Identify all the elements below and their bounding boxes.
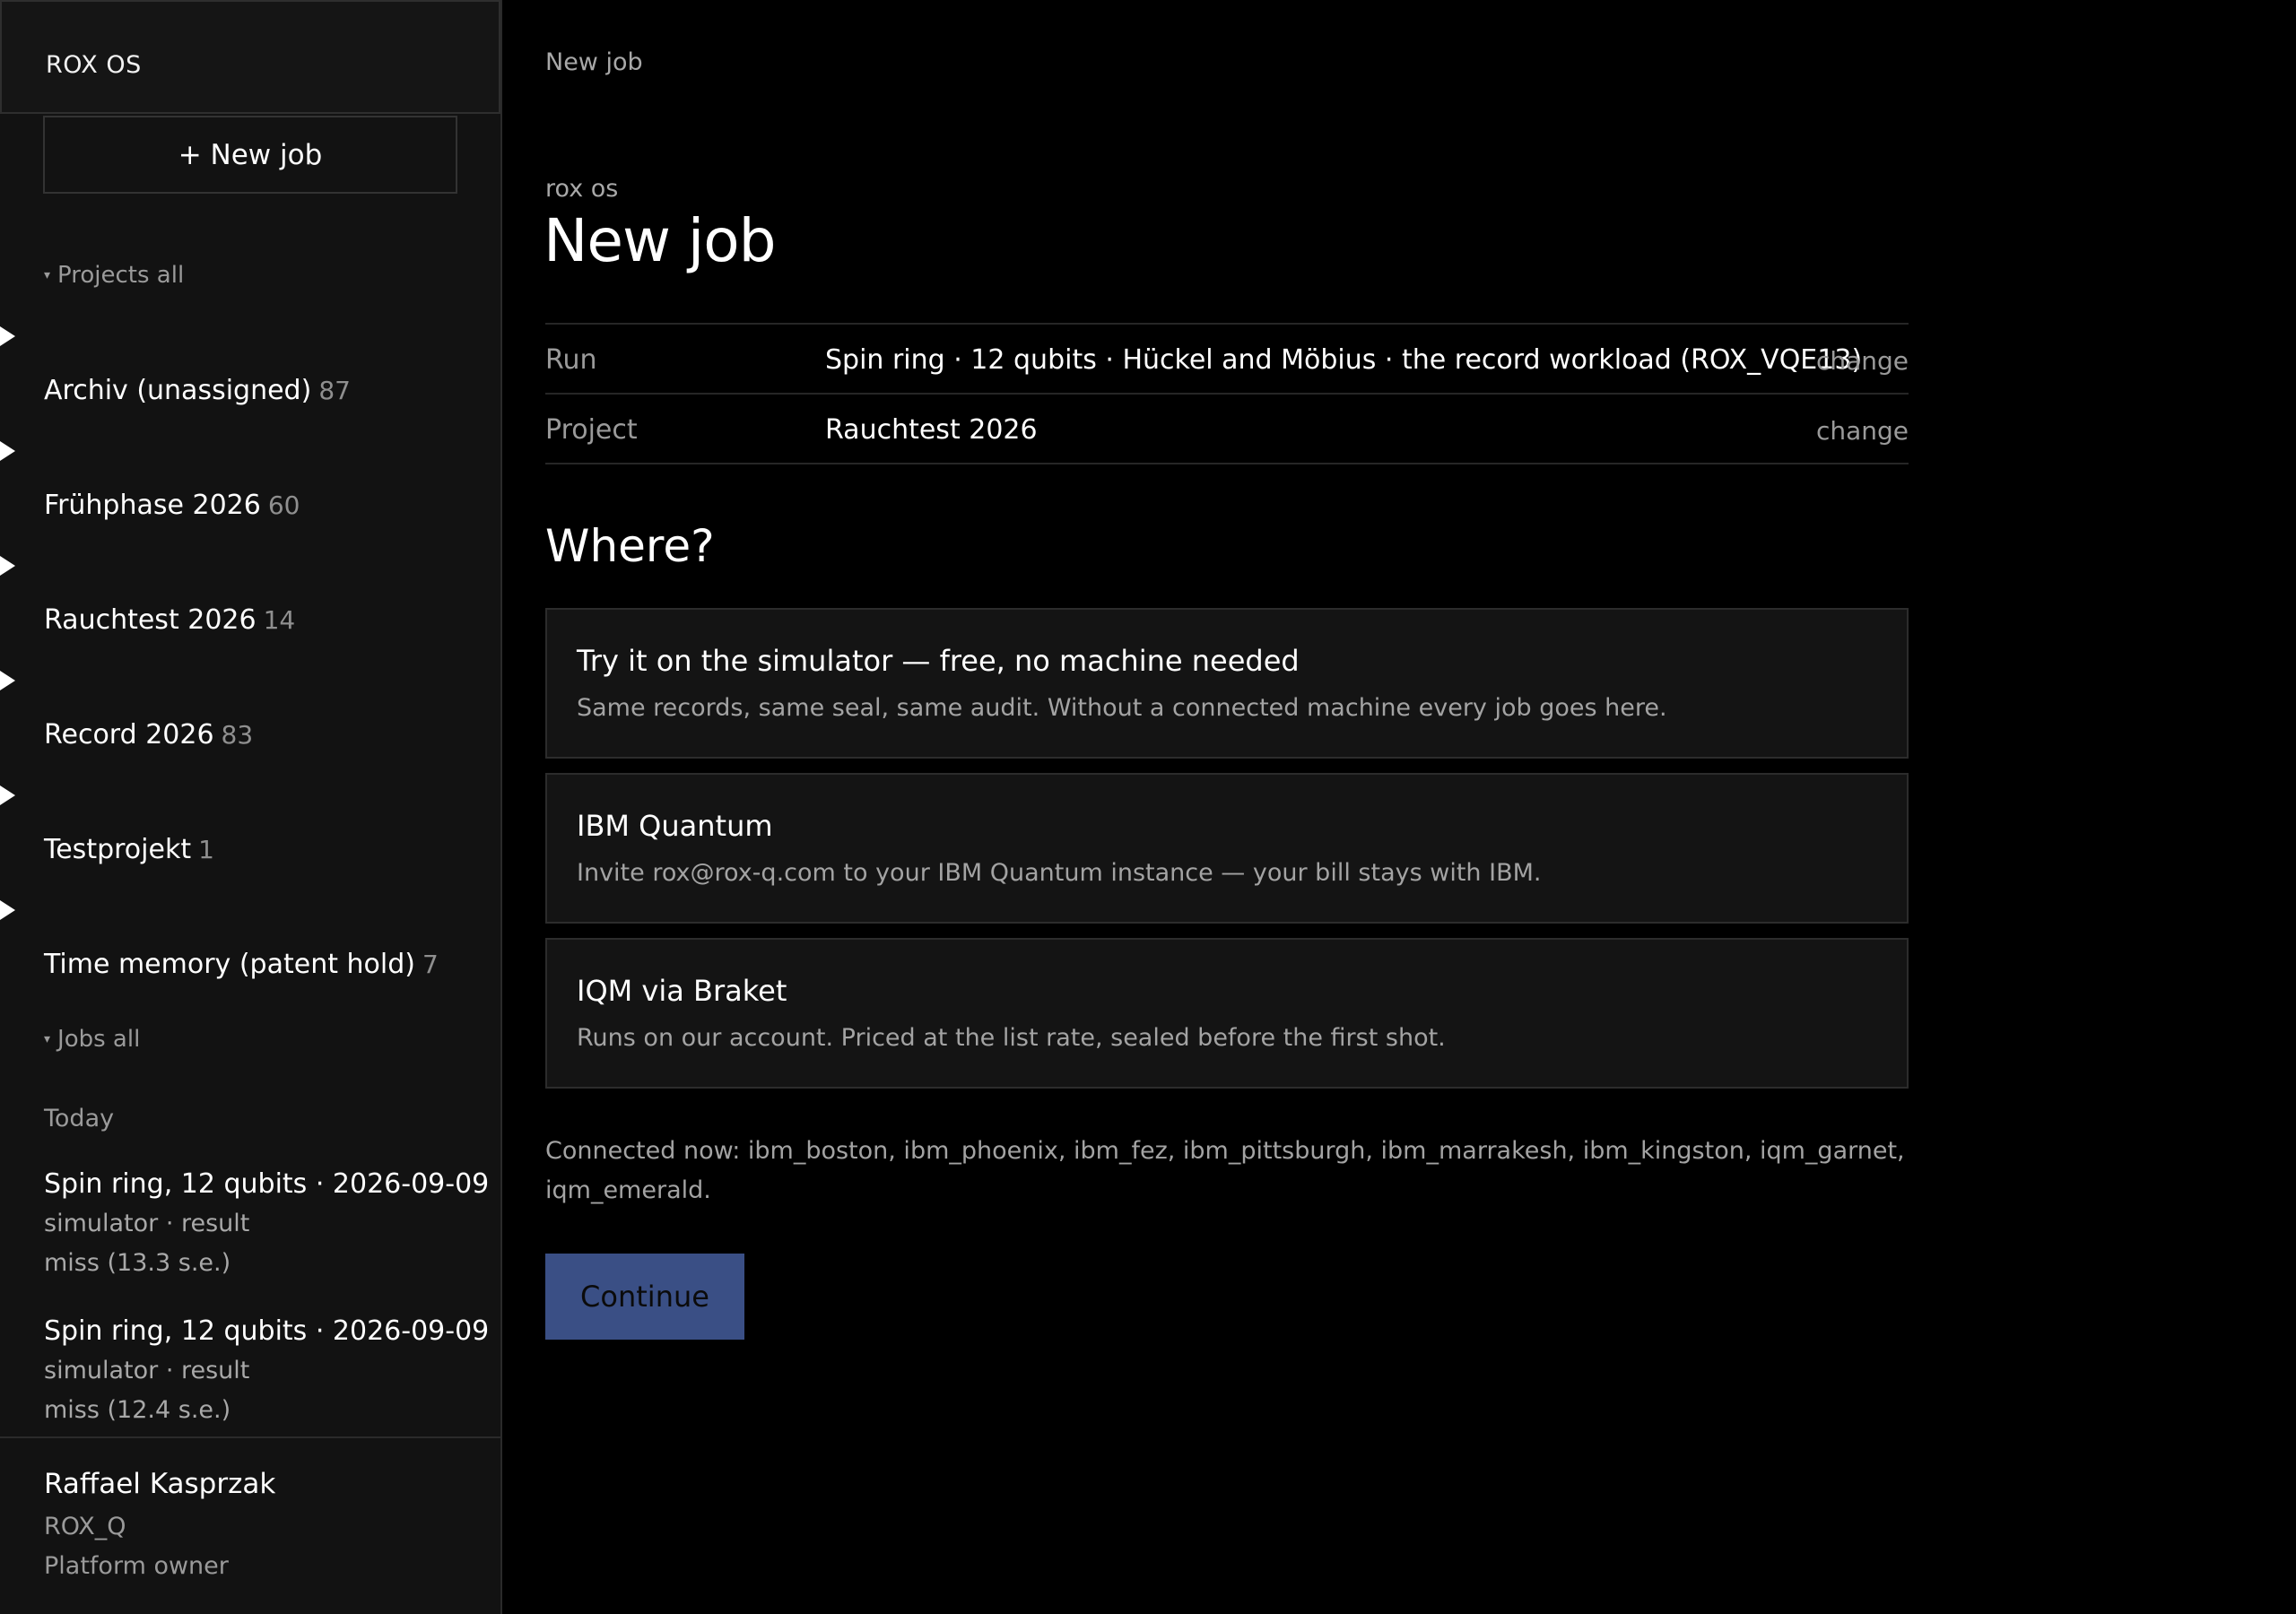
project-name: Archiv (unassigned) bbox=[44, 375, 312, 406]
summary-row-project: Project Rauchtest 2026 change bbox=[545, 395, 1909, 464]
summary-label: Project bbox=[545, 414, 638, 446]
project-name: Record 2026 bbox=[44, 719, 214, 751]
caret-right-icon[interactable] bbox=[0, 671, 15, 690]
brand-header[interactable]: ROX OS bbox=[0, 0, 500, 114]
option-simulator[interactable]: Try it on the simulator — free, no machi… bbox=[545, 608, 1909, 759]
caret-right-icon[interactable] bbox=[0, 900, 15, 920]
user-role: Platform owner bbox=[44, 1552, 229, 1580]
page-eyebrow: rox os bbox=[545, 175, 619, 203]
where-heading: Where? bbox=[545, 520, 715, 572]
project-count: 83 bbox=[221, 720, 254, 750]
project-count: 87 bbox=[318, 376, 351, 405]
project-item-time-memory[interactable]: Time memory (patent hold) 7 bbox=[44, 949, 439, 980]
caret-right-icon[interactable] bbox=[0, 785, 15, 805]
job-meta: simulator · result bbox=[44, 1357, 250, 1384]
option-iqm-braket[interactable]: IQM via Braket Runs on our account. Pric… bbox=[545, 938, 1909, 1089]
brand-name: ROX OS bbox=[46, 51, 142, 79]
caret-down-icon: ▾ bbox=[44, 1032, 51, 1046]
project-item-rauchtest[interactable]: Rauchtest 2026 14 bbox=[44, 604, 295, 636]
user-org: ROX_Q bbox=[44, 1513, 126, 1540]
job-summary: Run Spin ring · 12 qubits · Hückel and M… bbox=[545, 323, 1909, 464]
page-title: New job bbox=[544, 206, 777, 275]
option-description: Same records, same seal, same audit. Wit… bbox=[577, 694, 1667, 722]
summary-value: Spin ring · 12 qubits · Hückel and Möbiu… bbox=[825, 344, 1863, 376]
job-title: Spin ring, 12 qubits · 2026-09-09 bbox=[44, 1168, 490, 1200]
project-item-record[interactable]: Record 2026 83 bbox=[44, 719, 253, 751]
project-count: 7 bbox=[422, 950, 439, 979]
job-item[interactable]: Spin ring, 12 qubits · 2026-09-09 simula… bbox=[44, 1165, 490, 1283]
project-name: Rauchtest 2026 bbox=[44, 604, 257, 636]
project-count: 14 bbox=[263, 605, 296, 635]
user-name: Raffael Kasprzak bbox=[44, 1468, 276, 1500]
option-description: Runs on our account. Priced at the list … bbox=[577, 1024, 1446, 1052]
jobs-group-today: Today bbox=[44, 1105, 115, 1132]
new-job-button[interactable]: + New job bbox=[43, 116, 457, 194]
caret-down-icon: ▾ bbox=[44, 268, 51, 282]
job-item[interactable]: Spin ring, 12 qubits · 2026-09-09 simula… bbox=[44, 1312, 490, 1430]
jobs-toggle-label: Jobs all bbox=[57, 1026, 141, 1053]
caret-right-icon[interactable] bbox=[0, 441, 15, 461]
option-title: Try it on the simulator — free, no machi… bbox=[577, 644, 1300, 678]
projects-toggle-label: Projects all bbox=[57, 262, 185, 289]
job-status: miss (13.3 s.e.) bbox=[44, 1249, 231, 1277]
project-count: 1 bbox=[198, 835, 214, 864]
jobs-toggle[interactable]: ▾ Jobs all bbox=[44, 1026, 140, 1053]
change-run-link[interactable]: change bbox=[1816, 346, 1909, 376]
option-title: IQM via Braket bbox=[577, 974, 787, 1008]
job-title: Spin ring, 12 qubits · 2026-09-09 bbox=[44, 1315, 490, 1347]
user-profile[interactable]: Raffael Kasprzak ROX_Q Platform owner bbox=[0, 1436, 500, 1614]
sidebar: ROX OS + New job ▾ Projects all Archiv (… bbox=[0, 0, 502, 1614]
project-name: Time memory (patent hold) bbox=[44, 949, 415, 980]
job-meta: simulator · result bbox=[44, 1210, 250, 1237]
option-title: IBM Quantum bbox=[577, 809, 773, 843]
caret-right-icon[interactable] bbox=[0, 556, 15, 576]
change-project-link[interactable]: change bbox=[1816, 416, 1909, 446]
option-ibm-quantum[interactable]: IBM Quantum Invite rox@rox-q.com to your… bbox=[545, 773, 1909, 924]
option-description: Invite rox@rox-q.com to your IBM Quantum… bbox=[577, 859, 1542, 887]
project-count: 60 bbox=[267, 490, 300, 520]
project-name: Testprojekt bbox=[44, 834, 192, 865]
summary-value: Rauchtest 2026 bbox=[825, 414, 1038, 446]
summary-row-run: Run Spin ring · 12 qubits · Hückel and M… bbox=[545, 325, 1909, 395]
job-status: miss (12.4 s.e.) bbox=[44, 1396, 231, 1424]
project-name: Frühphase 2026 bbox=[44, 490, 261, 521]
summary-label: Run bbox=[545, 344, 597, 376]
project-item-fruehphase[interactable]: Frühphase 2026 60 bbox=[44, 490, 300, 521]
caret-right-icon[interactable] bbox=[0, 326, 15, 346]
breadcrumb: New job bbox=[545, 48, 643, 76]
project-item-archiv[interactable]: Archiv (unassigned) 87 bbox=[44, 375, 351, 406]
project-item-testprojekt[interactable]: Testprojekt 1 bbox=[44, 834, 214, 865]
projects-toggle[interactable]: ▾ Projects all bbox=[44, 262, 184, 289]
connected-machines: Connected now: ibm_boston, ibm_phoenix, … bbox=[545, 1137, 1905, 1204]
continue-button[interactable]: Continue bbox=[545, 1254, 744, 1340]
